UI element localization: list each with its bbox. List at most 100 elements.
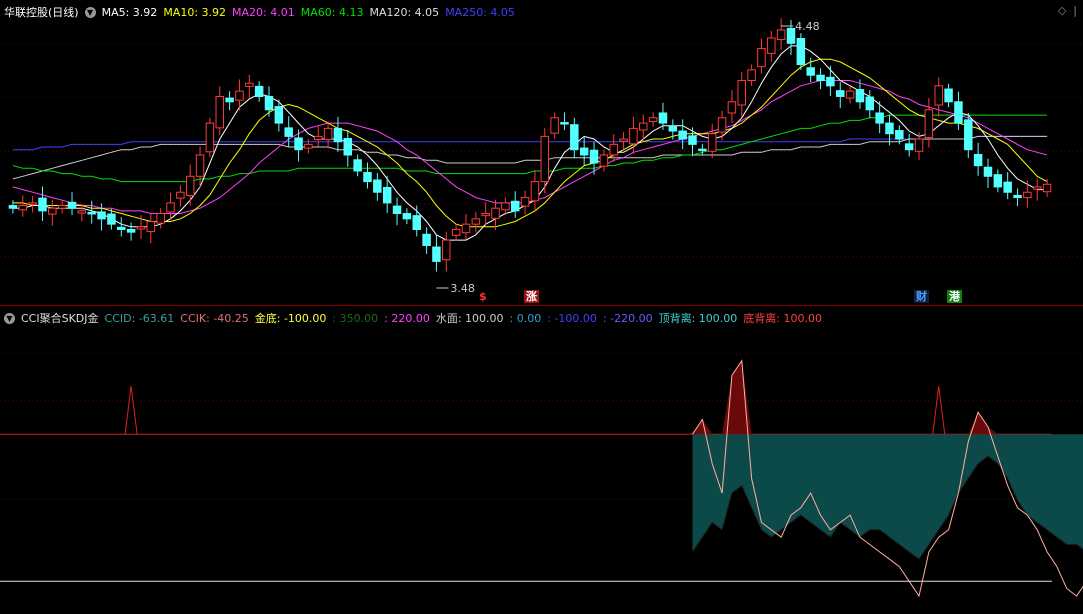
ccik-area-above [693,361,1083,435]
ma20-line [13,81,1047,214]
candle-body [610,144,617,155]
candle-body [748,70,755,81]
candle-body [186,176,193,195]
candle [777,18,784,49]
candle [186,165,193,206]
candle-body [974,154,981,165]
candle-body [236,91,243,100]
stock-title[interactable]: 华联控股(日线) [4,4,79,20]
candle [738,72,745,117]
chevron-down-icon[interactable]: ▼ [85,7,96,18]
candle [511,191,518,218]
indicator-legend: ▼ CCI聚合SKDJ金 CCID: -63.61 CCIK: -40.25 金… [4,310,828,326]
candle [649,112,656,126]
shuimian-label: 水面: 100.00 [436,310,504,326]
candle-body [482,214,489,216]
candle-body [344,139,351,155]
candle [49,200,56,226]
candle-body [896,131,903,140]
candle-body [945,89,952,102]
candle-body [649,118,656,122]
candle-body [866,97,873,110]
candle [147,213,154,243]
candle-body [118,227,125,229]
indicator-chart[interactable] [0,306,1083,614]
candle [1043,179,1050,197]
level-350-label: : 350.00 [332,312,378,325]
ma250-label: MA250: 4.05 [445,6,515,19]
candle-body [167,203,174,212]
candle [383,176,390,213]
candle-body [177,192,184,198]
indicator-pane[interactable]: ▼ CCI聚合SKDJ金 CCID: -63.61 CCIK: -40.25 金… [0,305,1083,614]
candle-body [462,224,469,233]
candle-body [935,86,942,105]
candle [846,86,853,104]
candle-body [226,98,233,102]
candle-body [768,38,775,53]
candle-body [915,139,922,151]
candle-body [994,175,1001,187]
candle [1014,189,1021,207]
candle-body [246,83,253,86]
candle-body [127,229,134,232]
candle-body [1033,187,1040,189]
candlestick-pane[interactable]: 4.483.48 华联控股(日线) ▼ MA5: 3.92 MA10: 3.92… [0,0,1083,305]
candle [255,81,262,102]
chevron-down-icon[interactable]: ▼ [4,313,15,324]
candle-body [640,123,647,130]
candle [344,130,351,167]
candle-body [925,110,932,138]
candle-body [98,212,105,219]
candle-body [295,138,302,150]
candle-body [846,91,853,98]
candle-body [600,155,607,166]
candle [768,31,775,62]
candle-body [511,201,518,211]
candle [393,198,400,226]
level-220-label: : 220.00 [384,312,430,325]
indicator-title[interactable]: CCI聚合SKDJ金 [21,310,99,326]
candle-body [403,214,410,219]
candle-body [275,107,282,123]
candle-body [807,68,814,75]
candle-body [334,128,341,141]
candle-body [305,144,312,148]
candle-body [78,211,85,213]
diamond-icon[interactable]: ◇ | [1058,4,1077,17]
candle-body [708,134,715,152]
candle [295,129,302,161]
candle [817,68,824,89]
candle-body [837,91,844,97]
candle-body [502,203,509,210]
candle-body [393,206,400,213]
candle [689,127,696,156]
candle-body [1014,195,1021,197]
candle [167,193,174,219]
candle [19,195,26,216]
candle-body [876,113,883,123]
candle-body [777,30,784,40]
candle-body [137,227,144,229]
candle [886,115,893,146]
candle [315,126,322,146]
level-neg220-label: : -220.00 [603,312,653,325]
jindi-label: 金底: -100.00 [255,310,327,326]
candle-body [718,118,725,132]
candlestick-chart[interactable]: 4.483.48 [0,0,1083,305]
candle [974,143,981,176]
candle-body [443,240,450,260]
ccik-label: CCIK: -40.25 [180,312,248,325]
candle-body [423,234,430,245]
ma250-line [13,136,1047,149]
candle-body [817,75,824,80]
candle-body [590,150,597,163]
candle [640,115,647,142]
ma60-label: MA60: 4.13 [301,6,364,19]
candle-body [29,203,36,205]
candle [561,112,568,130]
candle-body [19,206,26,210]
candle [403,208,410,224]
candle-body [905,144,912,150]
candle-body [433,247,440,261]
